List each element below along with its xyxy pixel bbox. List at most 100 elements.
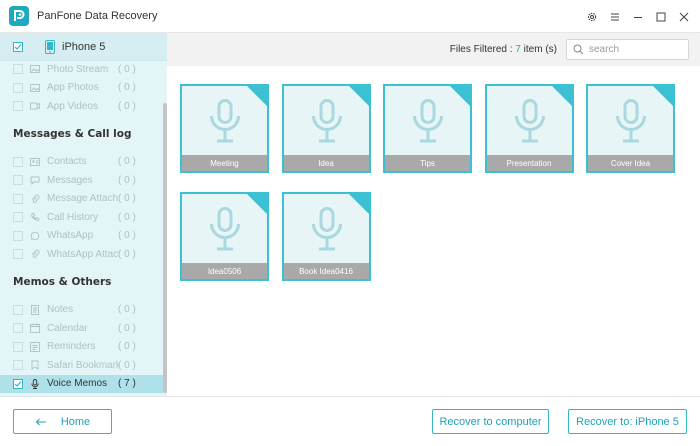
sidebar-item-app-videos[interactable]: App Videos ( 0 ) — [0, 97, 167, 116]
voice-memo-tile[interactable]: Tips — [383, 84, 472, 173]
maximize-icon[interactable] — [651, 8, 671, 26]
sidebar: iPhone 5 Photo Stream ( 0 ) App Photos ( 0 … — [0, 33, 167, 396]
recover-to-computer-button[interactable]: Recover to computer — [432, 409, 549, 434]
device-row[interactable]: iPhone 5 — [0, 33, 167, 61]
voice-memo-tile[interactable]: Idea — [281, 84, 371, 173]
sidebar-item-safari-bookmark[interactable]: Safari Bookmark( 0 ) — [0, 356, 167, 375]
sidebar-item-count: ( 0 ) — [118, 174, 136, 186]
sidebar-item-checkbox[interactable] — [13, 249, 23, 260]
microphone-icon — [311, 99, 342, 143]
paperclip-icon — [30, 249, 40, 259]
sidebar-item-call-history[interactable]: Call History ( 0 ) — [0, 208, 167, 227]
sidebar-item-count: ( 0 ) — [118, 211, 136, 223]
sidebar-item-message-attach[interactable]: Message Attach...( 0 ) — [0, 190, 167, 209]
sidebar-item-checkbox[interactable] — [13, 175, 23, 186]
sidebar-item-count: ( 0 ) — [118, 100, 136, 112]
sidebar-item-app-photos[interactable]: App Photos ( 0 ) — [0, 79, 167, 98]
home-button[interactable]: Home — [13, 409, 112, 434]
bookmark-icon — [30, 360, 40, 371]
home-button-label: Home — [60, 415, 91, 428]
sidebar-item-count: ( 0 ) — [118, 304, 136, 316]
sidebar-item-label: Call History — [47, 211, 99, 223]
sidebar-item-reminders[interactable]: Reminders ( 0 ) — [0, 338, 167, 357]
sidebar-item-checkbox[interactable] — [13, 230, 23, 241]
chat-bubble-icon — [30, 175, 40, 186]
memos-section-heading: Memos & Others — [13, 276, 112, 288]
voice-memo-tile[interactable]: Cover Idea — [586, 84, 675, 173]
sidebar-item-messages[interactable]: Messages ( 0 ) — [0, 171, 167, 190]
note-icon — [30, 304, 40, 315]
sidebar-item-checkbox[interactable] — [13, 82, 23, 93]
sidebar-item-voice-memos[interactable]: Voice Memos ( 7 ) — [0, 374, 167, 393]
contact-card-icon — [30, 157, 40, 167]
sidebar-item-label: Calendar — [47, 322, 88, 334]
search-box[interactable] — [566, 39, 689, 60]
close-icon[interactable] — [674, 8, 694, 26]
sidebar-item-calendar[interactable]: Calendar ( 0 ) — [0, 319, 167, 338]
sidebar-item-whatsapp[interactable]: WhatsApp ( 0 ) — [0, 227, 167, 246]
microphone-icon — [210, 207, 240, 251]
selected-corner-indicator — [549, 86, 572, 108]
selected-corner-indicator — [448, 86, 470, 108]
selected-corner-indicator — [346, 86, 369, 108]
arrow-left-icon — [35, 418, 46, 425]
sidebar-item-checkbox[interactable] — [13, 101, 23, 112]
settings-gear-icon[interactable] — [582, 8, 602, 26]
device-checkbox[interactable] — [13, 41, 23, 52]
video-icon — [30, 101, 40, 111]
sidebar-item-count: ( 0 ) — [118, 341, 136, 353]
whatsapp-icon — [30, 231, 40, 241]
minimize-icon[interactable] — [628, 8, 648, 26]
voice-memo-tile[interactable]: Book Idea0416 — [281, 192, 371, 281]
sidebar-item-count: ( 0 ) — [118, 193, 136, 205]
files-filtered-prefix: Files Filtered : — [449, 44, 516, 55]
sidebar-item-label: Contacts — [47, 156, 87, 168]
image-icon — [30, 83, 40, 93]
recover-to-device-button[interactable]: Recover to: iPhone 5 — [568, 409, 687, 434]
voice-memo-tile[interactable]: Idea0506 — [180, 192, 269, 281]
sidebar-item-label: Photo Stream — [47, 63, 109, 75]
sidebar-item-label: App Videos — [47, 100, 98, 112]
voice-memo-tile[interactable]: Meeting — [180, 84, 269, 173]
voice-memo-tile[interactable]: Presentation — [484, 84, 574, 173]
sidebar-item-checkbox[interactable] — [13, 212, 23, 223]
sidebar-item-checkbox[interactable] — [13, 323, 23, 334]
search-input[interactable] — [589, 44, 684, 55]
sidebar-item-checkbox[interactable] — [13, 193, 23, 204]
voice-memo-name: Meeting — [182, 155, 267, 171]
microphone-icon — [311, 207, 342, 251]
reminder-icon — [30, 341, 40, 352]
sidebar-item-count: ( 0 ) — [118, 248, 136, 260]
sidebar-category-list: Photo Stream( 0 ) App Photos( 0 ) App Vide… — [0, 61, 167, 396]
sidebar-item-count: ( 0 ) — [118, 156, 136, 168]
menu-icon[interactable] — [605, 8, 625, 26]
sidebar-item-checkbox[interactable] — [13, 360, 23, 371]
sidebar-item-label: WhatsApp — [47, 230, 94, 242]
sidebar-item-count: ( 0 ) — [118, 82, 136, 94]
sidebar-item-notes[interactable]: Notes ( 0 ) — [0, 301, 167, 320]
content-toolbar: Files Filtered : 7 item (s) — [167, 33, 700, 66]
sidebar-item-label: Notes — [47, 304, 74, 316]
selected-corner-indicator — [245, 86, 267, 108]
selected-corner-indicator — [346, 194, 369, 216]
selected-corner-indicator — [651, 86, 673, 108]
sidebar-item-checkbox[interactable] — [13, 64, 23, 75]
voice-memo-name: Idea0506 — [182, 263, 267, 279]
sidebar-item-checkbox[interactable] — [13, 378, 23, 389]
calendar-icon — [30, 323, 40, 334]
sidebar-item-checkbox[interactable] — [13, 156, 23, 167]
sidebar-item-photo-stream[interactable]: Photo Stream ( 0 ) — [0, 61, 167, 79]
recover-to-device-label: Recover to: iPhone 5 — [576, 415, 679, 428]
app-logo-icon — [9, 6, 29, 26]
sidebar-item-checkbox[interactable] — [13, 304, 23, 315]
sidebar-item-checkbox[interactable] — [13, 341, 23, 352]
files-filtered-suffix: item (s) — [520, 44, 557, 55]
image-icon — [30, 64, 40, 74]
sidebar-item-whatsapp-attach[interactable]: WhatsApp Attach...( 0 ) — [0, 245, 167, 264]
voice-memo-name: Idea — [283, 155, 369, 171]
device-name: iPhone 5 — [62, 40, 106, 53]
file-grid: Meeting Idea Tips Presentation Cover Idea Ide… — [167, 66, 700, 396]
sidebar-item-label: App Photos — [47, 82, 99, 94]
phone-device-icon — [45, 39, 55, 54]
sidebar-item-contacts[interactable]: Contacts ( 0 ) — [0, 153, 167, 172]
